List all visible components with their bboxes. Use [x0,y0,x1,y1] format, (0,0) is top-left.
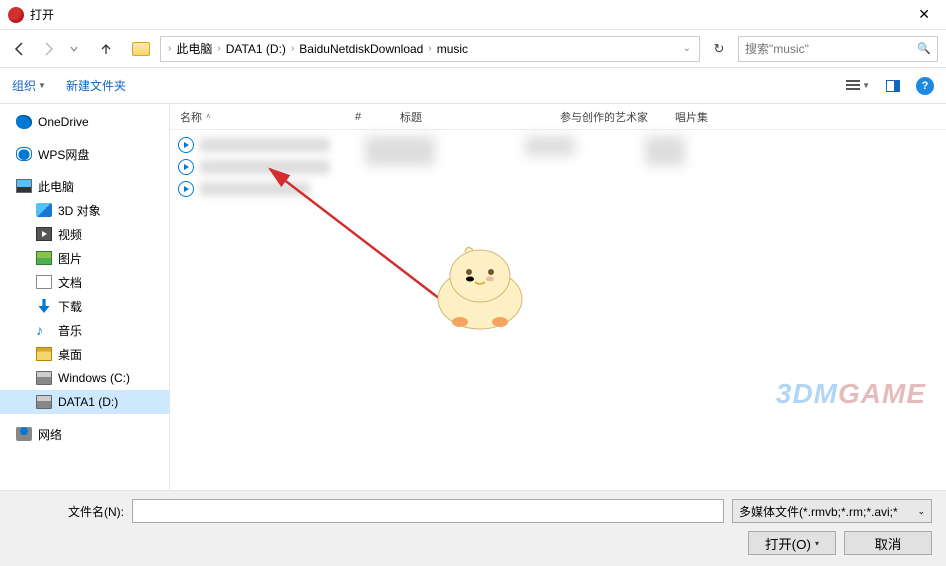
file-row[interactable] [170,178,946,200]
sidebar-item-network[interactable]: 网络 [0,422,169,446]
help-button[interactable]: ? [916,77,934,95]
search-box[interactable]: 🔍 [738,36,938,62]
close-icon[interactable]: ✕ [910,4,938,25]
nav-up-button[interactable] [94,37,118,61]
window-title: 打开 [30,6,54,23]
crumb-pc[interactable]: 此电脑 [174,40,214,57]
preview-icon [886,80,900,92]
sidebar-item-windowsc[interactable]: Windows (C:) [0,366,169,390]
app-icon [8,7,24,23]
file-name-blurred [200,182,310,196]
sidebar-item-doc[interactable]: 文档 [0,270,169,294]
dialog-bottom: 文件名(N): 多媒体文件(*.rmvb;*.rm;*.avi;* ⌄ 打开(O… [0,490,946,566]
crumb-folder2[interactable]: music [435,42,470,56]
music-icon: ♪ [36,323,52,337]
folder-icon [132,42,150,56]
media-file-icon [178,159,194,175]
chevron-right-icon: › [288,43,297,54]
file-name-blurred [200,160,330,174]
search-icon[interactable]: 🔍 [917,42,931,55]
nav-back-button[interactable] [8,37,32,61]
filetype-dropdown[interactable]: 多媒体文件(*.rmvb;*.rm;*.avi;* ⌄ [732,499,932,523]
chevron-right-icon: › [165,43,174,54]
filename-label: 文件名(N): [14,503,124,520]
column-artist[interactable]: 参与创作的艺术家 [550,109,665,125]
main-area: OneDrive WPS网盘 此电脑 3D 对象 视频 图片 文档 下载 ♪音乐… [0,104,946,490]
sidebar: OneDrive WPS网盘 此电脑 3D 对象 视频 图片 文档 下载 ♪音乐… [0,104,170,490]
blurred-content [525,136,575,156]
open-button[interactable]: 打开(O) ▾ [748,531,836,555]
sidebar-item-download[interactable]: 下载 [0,294,169,318]
list-view-icon [846,80,860,92]
drive-icon [36,395,52,409]
navbar: › 此电脑 › DATA1 (D:) › BaiduNetdiskDownloa… [0,30,946,68]
nav-forward-button[interactable] [36,37,60,61]
breadcrumb[interactable]: › 此电脑 › DATA1 (D:) › BaiduNetdiskDownloa… [160,36,700,62]
search-input[interactable] [745,42,917,56]
onedrive-icon [16,115,32,129]
breadcrumb-dropdown[interactable]: ⌄ [683,43,691,54]
column-num[interactable]: # [345,111,390,123]
drive-icon [36,371,52,385]
arrow-right-icon [40,41,56,57]
chevron-right-icon: › [214,43,223,54]
blurred-content [365,136,435,166]
organize-menu[interactable]: 组织 ▼ [12,77,46,94]
file-name-blurred [200,138,330,152]
media-file-icon [178,137,194,153]
chevron-right-icon: › [425,43,434,54]
arrow-up-icon [98,41,114,57]
3d-icon [36,203,52,217]
nav-history-dropdown[interactable] [62,37,86,61]
split-button-chevron-icon: ▾ [815,539,819,548]
preview-pane-button[interactable] [886,80,900,92]
sidebar-item-wps[interactable]: WPS网盘 [0,142,169,166]
chevron-down-icon: ⌄ [917,506,925,517]
column-album[interactable]: 唱片集 [665,109,765,125]
chevron-down-icon: ▼ [862,81,870,90]
sidebar-item-desktop[interactable]: 桌面 [0,342,169,366]
filetype-label: 多媒体文件(*.rmvb;*.rm;*.avi;* [739,503,898,520]
toolbar: 组织 ▼ 新建文件夹 ▼ ? [0,68,946,104]
organize-label: 组织 [12,77,36,94]
sidebar-item-3d[interactable]: 3D 对象 [0,198,169,222]
watermark: 3DMGAME [776,378,926,410]
arrow-left-icon [12,41,28,57]
titlebar: 打开 ✕ [0,0,946,30]
media-file-icon [178,181,194,197]
newfolder-button[interactable]: 新建文件夹 [66,77,126,94]
pc-icon [16,179,32,193]
file-row[interactable] [170,156,946,178]
file-content-area: 名称˄ # 标题 参与创作的艺术家 唱片集 [170,104,946,490]
sidebar-item-data1d[interactable]: DATA1 (D:) [0,390,169,414]
sidebar-item-pc[interactable]: 此电脑 [0,174,169,198]
network-icon [16,427,32,441]
sort-indicator-icon: ˄ [206,112,211,121]
download-icon [36,299,52,313]
view-mode-button[interactable]: ▼ [846,80,870,92]
crumb-folder1[interactable]: BaiduNetdiskDownload [297,42,425,56]
document-icon [36,275,52,289]
column-title[interactable]: 标题 [390,109,550,125]
sidebar-item-video[interactable]: 视频 [0,222,169,246]
cancel-button[interactable]: 取消 [844,531,932,555]
sidebar-item-music[interactable]: ♪音乐 [0,318,169,342]
crumb-drive[interactable]: DATA1 (D:) [224,42,288,56]
column-headers: 名称˄ # 标题 参与创作的艺术家 唱片集 [170,104,946,130]
mascot-image [425,234,535,334]
sidebar-item-onedrive[interactable]: OneDrive [0,110,169,134]
refresh-button[interactable]: ↻ [708,41,730,57]
chevron-down-icon [69,44,79,54]
image-icon [36,251,52,265]
blurred-content [645,136,685,166]
chevron-down-icon: ▼ [38,81,46,90]
column-name[interactable]: 名称˄ [170,109,345,125]
desktop-icon [36,347,52,361]
wps-icon [16,147,32,161]
filename-input[interactable] [132,499,724,523]
video-icon [36,227,52,241]
sidebar-item-image[interactable]: 图片 [0,246,169,270]
